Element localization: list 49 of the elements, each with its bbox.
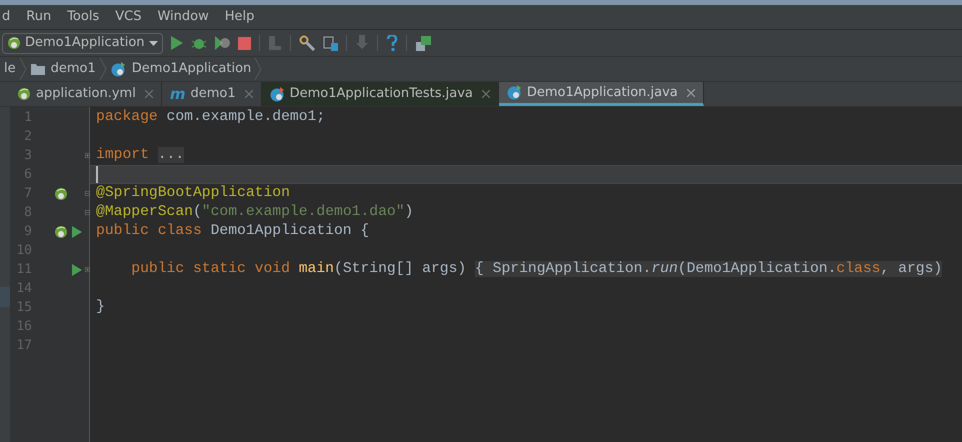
close-icon[interactable]: [686, 88, 695, 96]
menu-item[interactable]: VCS: [115, 7, 142, 27]
class-icon: [270, 86, 285, 102]
run-config-dropdown[interactable]: Demo1Application: [2, 32, 163, 54]
chevron-icon: [20, 58, 27, 80]
code-line: package com.example.demo1;: [96, 108, 326, 128]
close-icon[interactable]: [144, 90, 153, 98]
breadcrumb-item[interactable]: Demo1Application: [106, 59, 256, 79]
code-line: }: [96, 298, 105, 318]
caret-icon: [148, 40, 158, 46]
fold-expand-icon[interactable]: [85, 265, 90, 274]
coverage-icon[interactable]: [214, 36, 230, 50]
menu-item[interactable]: Run: [26, 7, 52, 27]
editor-tab[interactable]: Demo1Application.java: [498, 82, 704, 106]
editor-tab[interactable]: Demo1ApplicationTests.java: [262, 82, 499, 106]
chevron-icon: [255, 58, 262, 80]
menu-item[interactable]: Tools: [67, 7, 100, 27]
chevron-icon: [100, 58, 107, 80]
code-line: import ...: [96, 146, 184, 166]
stop-icon[interactable]: [238, 36, 251, 50]
download-icon[interactable]: [354, 35, 369, 51]
run-icon[interactable]: [170, 36, 183, 50]
code-line: @SpringBootApplication: [96, 184, 290, 204]
fold-collapse-icon[interactable]: [85, 189, 90, 198]
run-icon[interactable]: [72, 264, 82, 276]
fold-collapse-icon[interactable]: [85, 208, 90, 217]
class-icon: [110, 62, 126, 76]
code-line: @MapperScan("com.example.demo1.dao"): [96, 203, 414, 222]
spring-class-icon: [54, 224, 68, 238]
breadcrumb-item[interactable]: demo1: [26, 59, 100, 79]
help-icon[interactable]: [386, 35, 398, 51]
code-line: public class Demo1Application {: [96, 222, 370, 242]
code-line: public static void main(String[] args) { SpringApplication.run(Demo1Application.class, args): [130, 260, 942, 280]
editor-tab[interactable]: application.yml: [9, 82, 162, 106]
leaf-icon: [7, 36, 21, 50]
maven-icon: m: [170, 86, 186, 102]
run-icon[interactable]: [72, 226, 82, 238]
leaf-icon: [17, 87, 31, 101]
menu-item[interactable]: Window: [157, 7, 209, 27]
text-caret: [96, 166, 98, 183]
fold-expand-icon[interactable]: [85, 151, 90, 160]
menu-item[interactable]: Help: [224, 7, 254, 27]
close-icon[interactable]: [482, 90, 490, 98]
folder-icon: [30, 63, 45, 75]
close-icon[interactable]: [244, 90, 253, 98]
menu-item[interactable]: d: [2, 7, 10, 27]
breadcrumb-item[interactable]: le: [0, 59, 20, 79]
class-icon: [506, 85, 522, 100]
structure-icon[interactable]: [322, 36, 338, 50]
